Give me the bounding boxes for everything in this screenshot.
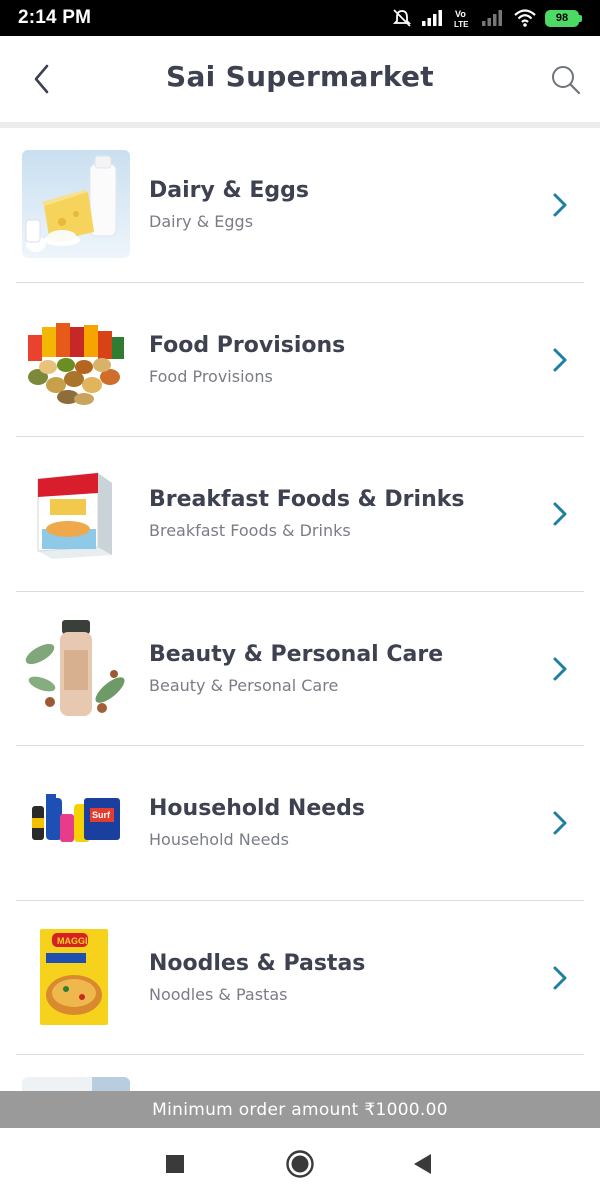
mute-icon — [392, 9, 412, 27]
food-provisions-image — [22, 304, 130, 413]
svg-text:Surf: Surf — [92, 810, 111, 820]
category-title: Noodles & Pastas — [149, 950, 366, 976]
category-item-noodles[interactable]: MAGGI Noodles & Pastas Noodles & Pastas — [16, 901, 584, 1055]
category-subtitle: Beauty & Personal Care — [149, 675, 339, 695]
system-nav-bar — [0, 1128, 600, 1200]
category-item-dairy-eggs[interactable]: Dairy & Eggs Dairy & Eggs — [16, 128, 584, 283]
svg-text:LTE: LTE — [454, 20, 469, 28]
battery-level: 98 — [555, 12, 569, 24]
chevron-right-icon — [548, 190, 572, 220]
svg-text:Vo: Vo — [455, 9, 466, 19]
status-bar: 2:14 PM Vo LTE 98 — [0, 0, 600, 36]
chevron-right-icon — [548, 345, 572, 375]
category-title: Household Needs — [149, 796, 366, 821]
category-item-beauty[interactable]: Beauty & Personal Care Beauty & Personal… — [16, 592, 584, 746]
chevron-right-icon — [548, 499, 572, 529]
noodles-image: MAGGI — [22, 922, 130, 1031]
category-item-household[interactable]: Surf Household Needs Household Needs — [16, 746, 584, 901]
category-title: Food Provisions — [149, 332, 346, 358]
chevron-right-icon — [548, 808, 572, 838]
category-subtitle: Food Provisions — [149, 366, 273, 386]
dairy-eggs-image — [22, 150, 130, 258]
search-icon — [552, 66, 581, 95]
svg-text:MAGGI: MAGGI — [57, 936, 88, 946]
category-subtitle: Noodles & Pastas — [149, 984, 288, 1004]
category-title: Beauty & Personal Care — [149, 641, 444, 667]
category-subtitle: Breakfast Foods & Drinks — [149, 521, 351, 540]
wifi-icon — [514, 9, 536, 27]
category-title: Breakfast Foods & Drinks — [149, 487, 465, 512]
signal-icon — [422, 10, 442, 26]
category-item-breakfast[interactable]: Breakfast Foods & Drinks Breakfast Foods… — [16, 437, 584, 592]
minimum-order-banner: Minimum order amount ₹1000.00 — [0, 1091, 600, 1128]
category-item-food-provisions[interactable]: Food Provisions Food Provisions — [16, 283, 584, 437]
system-back-button[interactable] — [406, 1148, 438, 1180]
volte-icon: Vo LTE — [454, 9, 469, 28]
chevron-right-icon — [548, 654, 572, 684]
category-list[interactable]: Dairy & Eggs Dairy & Eggs Food Provision… — [0, 128, 600, 1091]
category-subtitle: Household Needs — [149, 830, 289, 849]
category-subtitle: Dairy & Eggs — [149, 212, 254, 231]
category-item-partial[interactable] — [16, 1055, 584, 1091]
status-icons: Vo LTE 98 — [391, 8, 582, 28]
status-time: 2:14 PM — [18, 7, 92, 28]
chevron-right-icon — [548, 963, 572, 993]
page-title: Sai Supermarket — [166, 60, 434, 93]
back-triangle-icon — [414, 1154, 431, 1174]
search-button[interactable] — [546, 60, 586, 100]
category-title: Dairy & Eggs — [149, 178, 309, 203]
signal-weak-icon — [482, 10, 502, 26]
household-image: Surf — [22, 768, 130, 876]
app-header: Sai Supermarket — [0, 36, 600, 122]
recents-button[interactable] — [159, 1148, 191, 1180]
bakery-image — [22, 1077, 130, 1091]
square-icon — [166, 1155, 184, 1173]
battery-icon: 98 — [545, 9, 582, 27]
beauty-image — [22, 613, 130, 722]
breakfast-image — [22, 459, 130, 567]
home-button[interactable] — [284, 1148, 316, 1180]
home-circle-icon — [286, 1150, 314, 1178]
